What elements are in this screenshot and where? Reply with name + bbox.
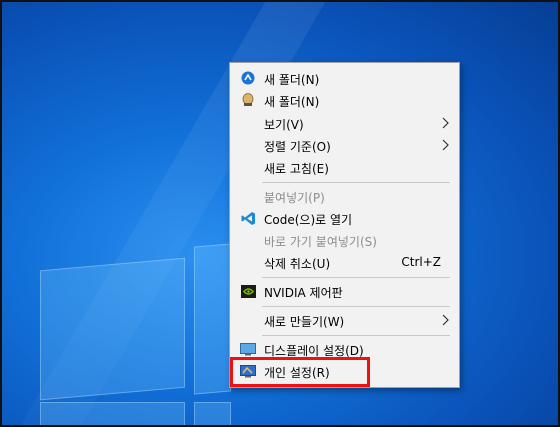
desktop-context-menu: 새 폴더(N) 새 폴더(N) 보기(V) 정렬 기준(O) 새로 고침(E) … (229, 62, 460, 388)
menu-item-label: 새 폴더(N) (264, 73, 320, 87)
menu-item-view[interactable]: 보기(V) (231, 112, 458, 134)
menu-item-label: Code(으)로 열기 (264, 213, 353, 227)
menu-separator (262, 182, 450, 183)
shortcut-label: Ctrl+Z (401, 255, 441, 269)
menu-item-label: 붙여넣기(P) (264, 191, 325, 205)
menu-item-label: NVIDIA 제어판 (264, 286, 343, 300)
gold-user-app-icon (240, 92, 256, 108)
window-logo-pane (194, 243, 231, 395)
menu-item-label: 새로 고침(E) (264, 162, 329, 176)
menu-item-new-folder-2[interactable]: 새 폴더(N) (231, 89, 458, 111)
menu-item-label: 새로 만들기(W) (264, 315, 345, 329)
chevron-right-icon (442, 117, 449, 129)
menu-item-new-folder-1[interactable]: 새 폴더(N) (231, 67, 458, 89)
menu-item-label: 삭제 취소(U) (264, 257, 331, 271)
menu-item-open-with-code[interactable]: Code(으)로 열기 (231, 207, 458, 229)
display-icon (240, 341, 256, 357)
menu-item-label: 새 폴더(N) (264, 95, 320, 109)
menu-item-refresh[interactable]: 새로 고침(E) (231, 156, 458, 178)
menu-item-label: 보기(V) (264, 118, 304, 132)
highlight-annotation-box (230, 357, 370, 387)
window-logo-pane (40, 402, 185, 425)
menu-item-sort-by[interactable]: 정렬 기준(O) (231, 134, 458, 156)
menu-item-nvidia-control-panel[interactable]: NVIDIA 제어판 (231, 280, 458, 302)
chevron-right-icon (442, 139, 449, 151)
vscode-icon (240, 210, 256, 226)
menu-separator (262, 306, 450, 307)
nvidia-icon (240, 283, 256, 299)
chevron-right-icon (442, 314, 449, 326)
menu-item-paste-shortcut[interactable]: 바로 가기 붙여넣기(S) (231, 229, 458, 251)
menu-item-label: 정렬 기준(O) (264, 140, 331, 154)
window-logo-pane (194, 402, 231, 425)
menu-separator (262, 335, 450, 336)
window-logo-pane (40, 257, 185, 401)
menu-item-new[interactable]: 새로 만들기(W) (231, 309, 458, 331)
blue-circle-app-icon (240, 70, 256, 86)
menu-item-label: 바로 가기 붙여넣기(S) (264, 235, 377, 249)
menu-item-undo-delete[interactable]: 삭제 취소(U) Ctrl+Z (231, 251, 458, 273)
menu-separator (262, 277, 450, 278)
menu-item-paste[interactable]: 붙여넣기(P) (231, 185, 458, 207)
